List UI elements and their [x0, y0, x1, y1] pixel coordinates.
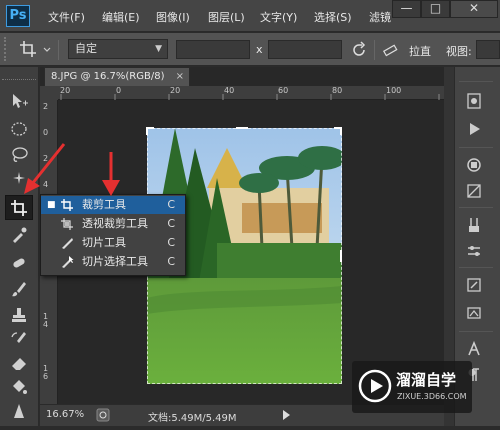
swatches-panel-icon[interactable]	[460, 153, 488, 178]
ruler-label: 80	[332, 86, 343, 95]
layer-comps-icon[interactable]	[460, 301, 488, 326]
ruler-label: 0	[116, 86, 122, 95]
marquee-tool-icon[interactable]	[5, 117, 33, 142]
menu-bar: Ps 文件(F) 编辑(E) 图像(I) 图层(L) 文字(Y) 选择(S) 滤…	[0, 0, 500, 32]
flyout-item-crop[interactable]: ■ 裁剪工具 C	[41, 196, 185, 214]
crop-handle[interactable]	[236, 127, 248, 129]
move-tool-icon[interactable]	[5, 89, 33, 114]
restore-button[interactable]: □	[421, 0, 450, 18]
height-field[interactable]	[268, 40, 342, 59]
close-button[interactable]: ✕	[450, 0, 498, 18]
ruler-label: 2	[43, 154, 49, 163]
menu-type[interactable]: 文字(Y)	[260, 9, 297, 25]
ruler-label: 20	[60, 86, 71, 95]
document-tab-title: 8.JPG @ 16.7%(RGB/8)	[51, 71, 165, 82]
ratio-value: 自定	[75, 42, 97, 55]
history-brush-tool-icon[interactable]	[5, 327, 33, 352]
flyout-item-shortcut: C	[167, 217, 175, 230]
watermark-url: ZIXUE.3D66.COM	[397, 392, 467, 401]
flyout-item-shortcut: C	[167, 236, 175, 249]
character-panel-icon[interactable]	[460, 337, 488, 362]
options-bar: 自定 ▼ x 拉直 视图:	[0, 33, 500, 66]
tool-presets-icon[interactable]	[460, 273, 488, 298]
flyout-item-label: 透视裁剪工具	[82, 217, 148, 230]
clone-source-icon[interactable]	[460, 239, 488, 264]
ruler-horizontal[interactable]: 20 0 20 40 60 80 100	[58, 86, 444, 100]
sharpen-tool-icon[interactable]	[5, 399, 33, 424]
swap-rotate-icon[interactable]	[350, 41, 368, 59]
status-info-icon[interactable]	[96, 408, 110, 422]
ruler-label: 40	[224, 86, 235, 95]
perspective-crop-icon	[60, 215, 74, 236]
watermark-logo-icon	[358, 369, 392, 403]
close-icon[interactable]: ×	[176, 68, 184, 86]
crop-icon	[60, 196, 74, 217]
photoshop-logo: Ps	[6, 5, 30, 27]
crop-handle[interactable]	[146, 127, 148, 135]
flyout-item-shortcut: C	[167, 255, 175, 268]
document-tab[interactable]: 8.JPG @ 16.7%(RGB/8) ×	[44, 67, 190, 86]
watermark: 溜溜自学 ZIXUE.3D66.COM	[352, 361, 472, 413]
menu-edit[interactable]: 编辑(E)	[102, 9, 140, 25]
slice-select-icon	[60, 253, 74, 274]
zoom-level[interactable]: 16.67%	[46, 409, 84, 420]
flyout-item-label: 切片工具	[82, 236, 126, 249]
eraser-tool-icon[interactable]	[5, 351, 33, 376]
flyout-item-shortcut: C	[167, 198, 175, 211]
flyout-item-perspective-crop[interactable]: 透视裁剪工具 C	[41, 215, 185, 233]
brush-tool-icon[interactable]	[5, 277, 33, 302]
ratio-dropdown[interactable]: 自定 ▼	[68, 39, 168, 59]
adjustments-panel-icon[interactable]	[460, 179, 488, 204]
lasso-tool-icon[interactable]	[5, 143, 33, 168]
crop-tool-preset-icon[interactable]	[18, 39, 52, 59]
menu-layer[interactable]: 图层(L)	[208, 9, 245, 25]
eyedropper-tool-icon[interactable]	[5, 223, 33, 248]
straighten-label[interactable]: 拉直	[409, 43, 431, 59]
toolbox	[0, 67, 39, 426]
view-dropdown[interactable]	[476, 40, 500, 59]
ruler-label: 100	[386, 86, 402, 95]
crop-tool-icon[interactable]	[5, 195, 33, 220]
menu-image[interactable]: 图像(I)	[156, 9, 190, 25]
ruler-label: 4	[43, 320, 49, 329]
document-size: 文档:5.49M/5.49M	[148, 413, 237, 424]
crop-handle[interactable]	[340, 250, 342, 262]
times-sign: x	[256, 43, 263, 56]
width-field[interactable]	[176, 40, 250, 59]
crop-handle[interactable]	[340, 127, 342, 135]
options-grip	[4, 37, 10, 61]
slice-icon	[60, 234, 74, 255]
minimize-button[interactable]: —	[392, 0, 421, 18]
ruler-label: 2	[43, 102, 49, 111]
play-actions-icon[interactable]	[460, 117, 488, 142]
clone-stamp-tool-icon[interactable]	[5, 303, 33, 328]
history-panel-icon[interactable]	[460, 89, 488, 114]
status-menu-arrow-icon[interactable]	[280, 409, 292, 421]
paint-bucket-tool-icon[interactable]	[5, 375, 33, 400]
brush-presets-icon[interactable]	[460, 213, 488, 238]
ruler-label: 60	[278, 86, 289, 95]
straighten-icon[interactable]	[382, 42, 398, 58]
flyout-item-label: 切片选择工具	[82, 255, 148, 268]
menu-filter[interactable]: 滤镜	[369, 9, 391, 25]
flyout-item-slice[interactable]: 切片工具 C	[41, 234, 185, 252]
flyout-item-slice-select[interactable]: 切片选择工具 C	[41, 253, 185, 271]
ruler-label: 0	[43, 128, 49, 137]
selected-bullet: ■	[47, 200, 56, 210]
ruler-label: 6	[43, 372, 49, 381]
magic-wand-tool-icon[interactable]	[5, 167, 33, 192]
watermark-title: 溜溜自学	[396, 371, 457, 389]
ruler-label: 20	[170, 86, 181, 95]
view-label: 视图:	[446, 45, 472, 58]
toolbox-grip	[2, 70, 36, 80]
menu-select[interactable]: 选择(S)	[314, 9, 352, 25]
ruler-label: 4	[43, 180, 49, 189]
healing-brush-tool-icon[interactable]	[5, 251, 33, 276]
ruler-corner	[40, 86, 58, 100]
flyout-item-label: 裁剪工具	[82, 198, 126, 211]
menu-file[interactable]: 文件(F)	[48, 9, 85, 25]
crop-tool-flyout: ■ 裁剪工具 C 透视裁剪工具 C 切片工具 C 切片选择工具 C	[40, 194, 186, 276]
chevron-down-icon: ▼	[155, 44, 162, 54]
